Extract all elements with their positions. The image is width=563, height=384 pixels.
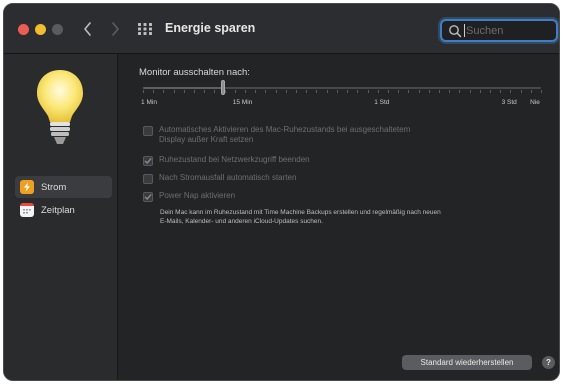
chevron-right-icon <box>112 22 119 36</box>
close-button[interactable] <box>18 24 29 35</box>
slider-tick <box>367 90 369 93</box>
checkbox[interactable] <box>143 126 153 136</box>
slider-tick <box>336 90 338 93</box>
sidebar-item-label: Zeitplan <box>41 204 75 216</box>
option-label: Ruhezustand bei Netzwerkzugriff beenden <box>159 155 310 165</box>
zoom-button[interactable] <box>52 24 63 35</box>
slider-tick <box>194 90 196 93</box>
slider-tick <box>500 90 502 93</box>
slider-tick <box>347 90 349 93</box>
option-label-line: Automatisches Aktivieren des Mac-Ruhezus… <box>159 125 411 134</box>
checkbox[interactable] <box>143 174 153 184</box>
restore-defaults-button[interactable]: Standard wiederherstellen <box>402 355 532 370</box>
option-power-nap[interactable]: Power Nap aktivieren <box>143 191 235 202</box>
slider-tick-label: 3 Std <box>501 99 517 106</box>
slider-tick-label: 15 Min <box>232 99 253 106</box>
slider-tick <box>438 90 440 93</box>
slider-tick <box>449 90 451 93</box>
slider-tick <box>510 90 512 93</box>
slider-tick <box>255 90 257 93</box>
slider-tick <box>377 90 379 93</box>
show-all-button[interactable] <box>135 19 155 39</box>
slider-tick-label: Nie <box>530 99 540 106</box>
system-preferences-window: Energie sparen Suchen Strom Zeitplan Mon… <box>3 3 560 381</box>
slider-tick <box>245 90 247 93</box>
slider-tick <box>398 90 400 93</box>
slider-tick <box>163 90 165 93</box>
search-field[interactable] <box>440 19 558 42</box>
sidebar-item-strom[interactable]: Strom <box>15 176 112 198</box>
slider-tick <box>326 90 328 93</box>
slider-tick <box>306 90 308 93</box>
text-cursor <box>464 24 465 37</box>
slider-tick <box>214 90 216 93</box>
slider-tick <box>143 90 144 93</box>
slider-tick <box>479 90 481 93</box>
description-line: E-Mails, Kalender- und anderen iCloud-Up… <box>160 218 323 225</box>
lightning-bolt-icon <box>20 180 34 194</box>
option-label-line: Nach Stromausfall automatisch starten <box>159 173 297 182</box>
slider-tick <box>520 90 522 93</box>
slider-tick <box>408 90 410 93</box>
slider-tick <box>357 90 359 93</box>
chevron-left-icon <box>84 22 91 36</box>
grid-icon <box>138 23 152 35</box>
slider-tick <box>541 90 542 93</box>
slider-tick <box>275 90 277 93</box>
slider-tick <box>316 90 318 93</box>
sidebar-item-label: Strom <box>41 181 67 193</box>
checkmark-icon <box>144 194 152 201</box>
slider-tick <box>224 90 226 93</box>
minimize-button[interactable] <box>35 24 46 35</box>
window-title: Energie sparen <box>165 21 256 35</box>
checkbox[interactable] <box>143 192 153 202</box>
option-label: Automatisches Aktivieren des Mac-Ruhezus… <box>159 125 410 145</box>
slider-tick <box>489 90 491 93</box>
forward-button[interactable] <box>105 17 125 41</box>
slider-tick-label: 1 Min <box>141 99 157 106</box>
slider-tick <box>265 90 267 93</box>
titlebar: Energie sparen <box>4 4 559 54</box>
option-label: Nach Stromausfall automatisch starten <box>159 173 296 183</box>
option-label-line: Power Nap aktivieren <box>159 191 236 200</box>
monitor-off-label: Monitor ausschalten nach: <box>139 67 250 78</box>
slider-tick <box>469 90 471 93</box>
help-button[interactable]: ? <box>542 356 555 369</box>
light-bulb-icon <box>37 70 83 144</box>
slider-tick <box>234 90 236 93</box>
option-prevent-sleep[interactable]: Automatisches Aktivieren des Mac-Ruhezus… <box>143 125 410 145</box>
slider-tick <box>204 90 206 93</box>
slider-tick <box>173 90 175 93</box>
monitor-off-slider[interactable] <box>143 87 541 89</box>
slider-tick <box>530 90 532 93</box>
checkmark-icon <box>144 158 152 165</box>
slider-tick <box>285 90 287 93</box>
option-auto-restart[interactable]: Nach Stromausfall automatisch starten <box>143 173 296 184</box>
search-icon <box>449 25 462 38</box>
slider-tick <box>428 90 430 93</box>
option-label-line: Ruhezustand bei Netzwerkzugriff beenden <box>159 155 310 164</box>
power-nap-description: Dein Mac kann im Ruhezustand mit Time Ma… <box>160 208 540 226</box>
back-button[interactable] <box>78 17 98 41</box>
calendar-icon <box>20 203 34 217</box>
slider-tick <box>418 90 420 93</box>
sidebar: Strom Zeitplan <box>4 54 118 380</box>
slider-tick <box>153 90 155 93</box>
option-label-line: Display außer Kraft setzen <box>159 135 254 144</box>
search-input[interactable] <box>466 22 554 39</box>
slider-tick <box>459 90 461 93</box>
slider-fill <box>143 87 223 89</box>
slider-tick <box>296 90 298 93</box>
description-line: Dein Mac kann im Ruhezustand mit Time Ma… <box>160 209 441 216</box>
slider-tick <box>387 90 389 93</box>
option-wake-network[interactable]: Ruhezustand bei Netzwerkzugriff beenden <box>143 155 310 166</box>
sidebar-item-zeitplan[interactable]: Zeitplan <box>15 199 112 221</box>
main-pane: Monitor ausschalten nach: 1 Min 15 Min 1 S… <box>119 54 559 380</box>
slider-tick <box>183 90 185 93</box>
slider-tick-label: 1 Std <box>374 99 390 106</box>
checkbox[interactable] <box>143 156 153 166</box>
option-label: Power Nap aktivieren <box>159 191 235 201</box>
